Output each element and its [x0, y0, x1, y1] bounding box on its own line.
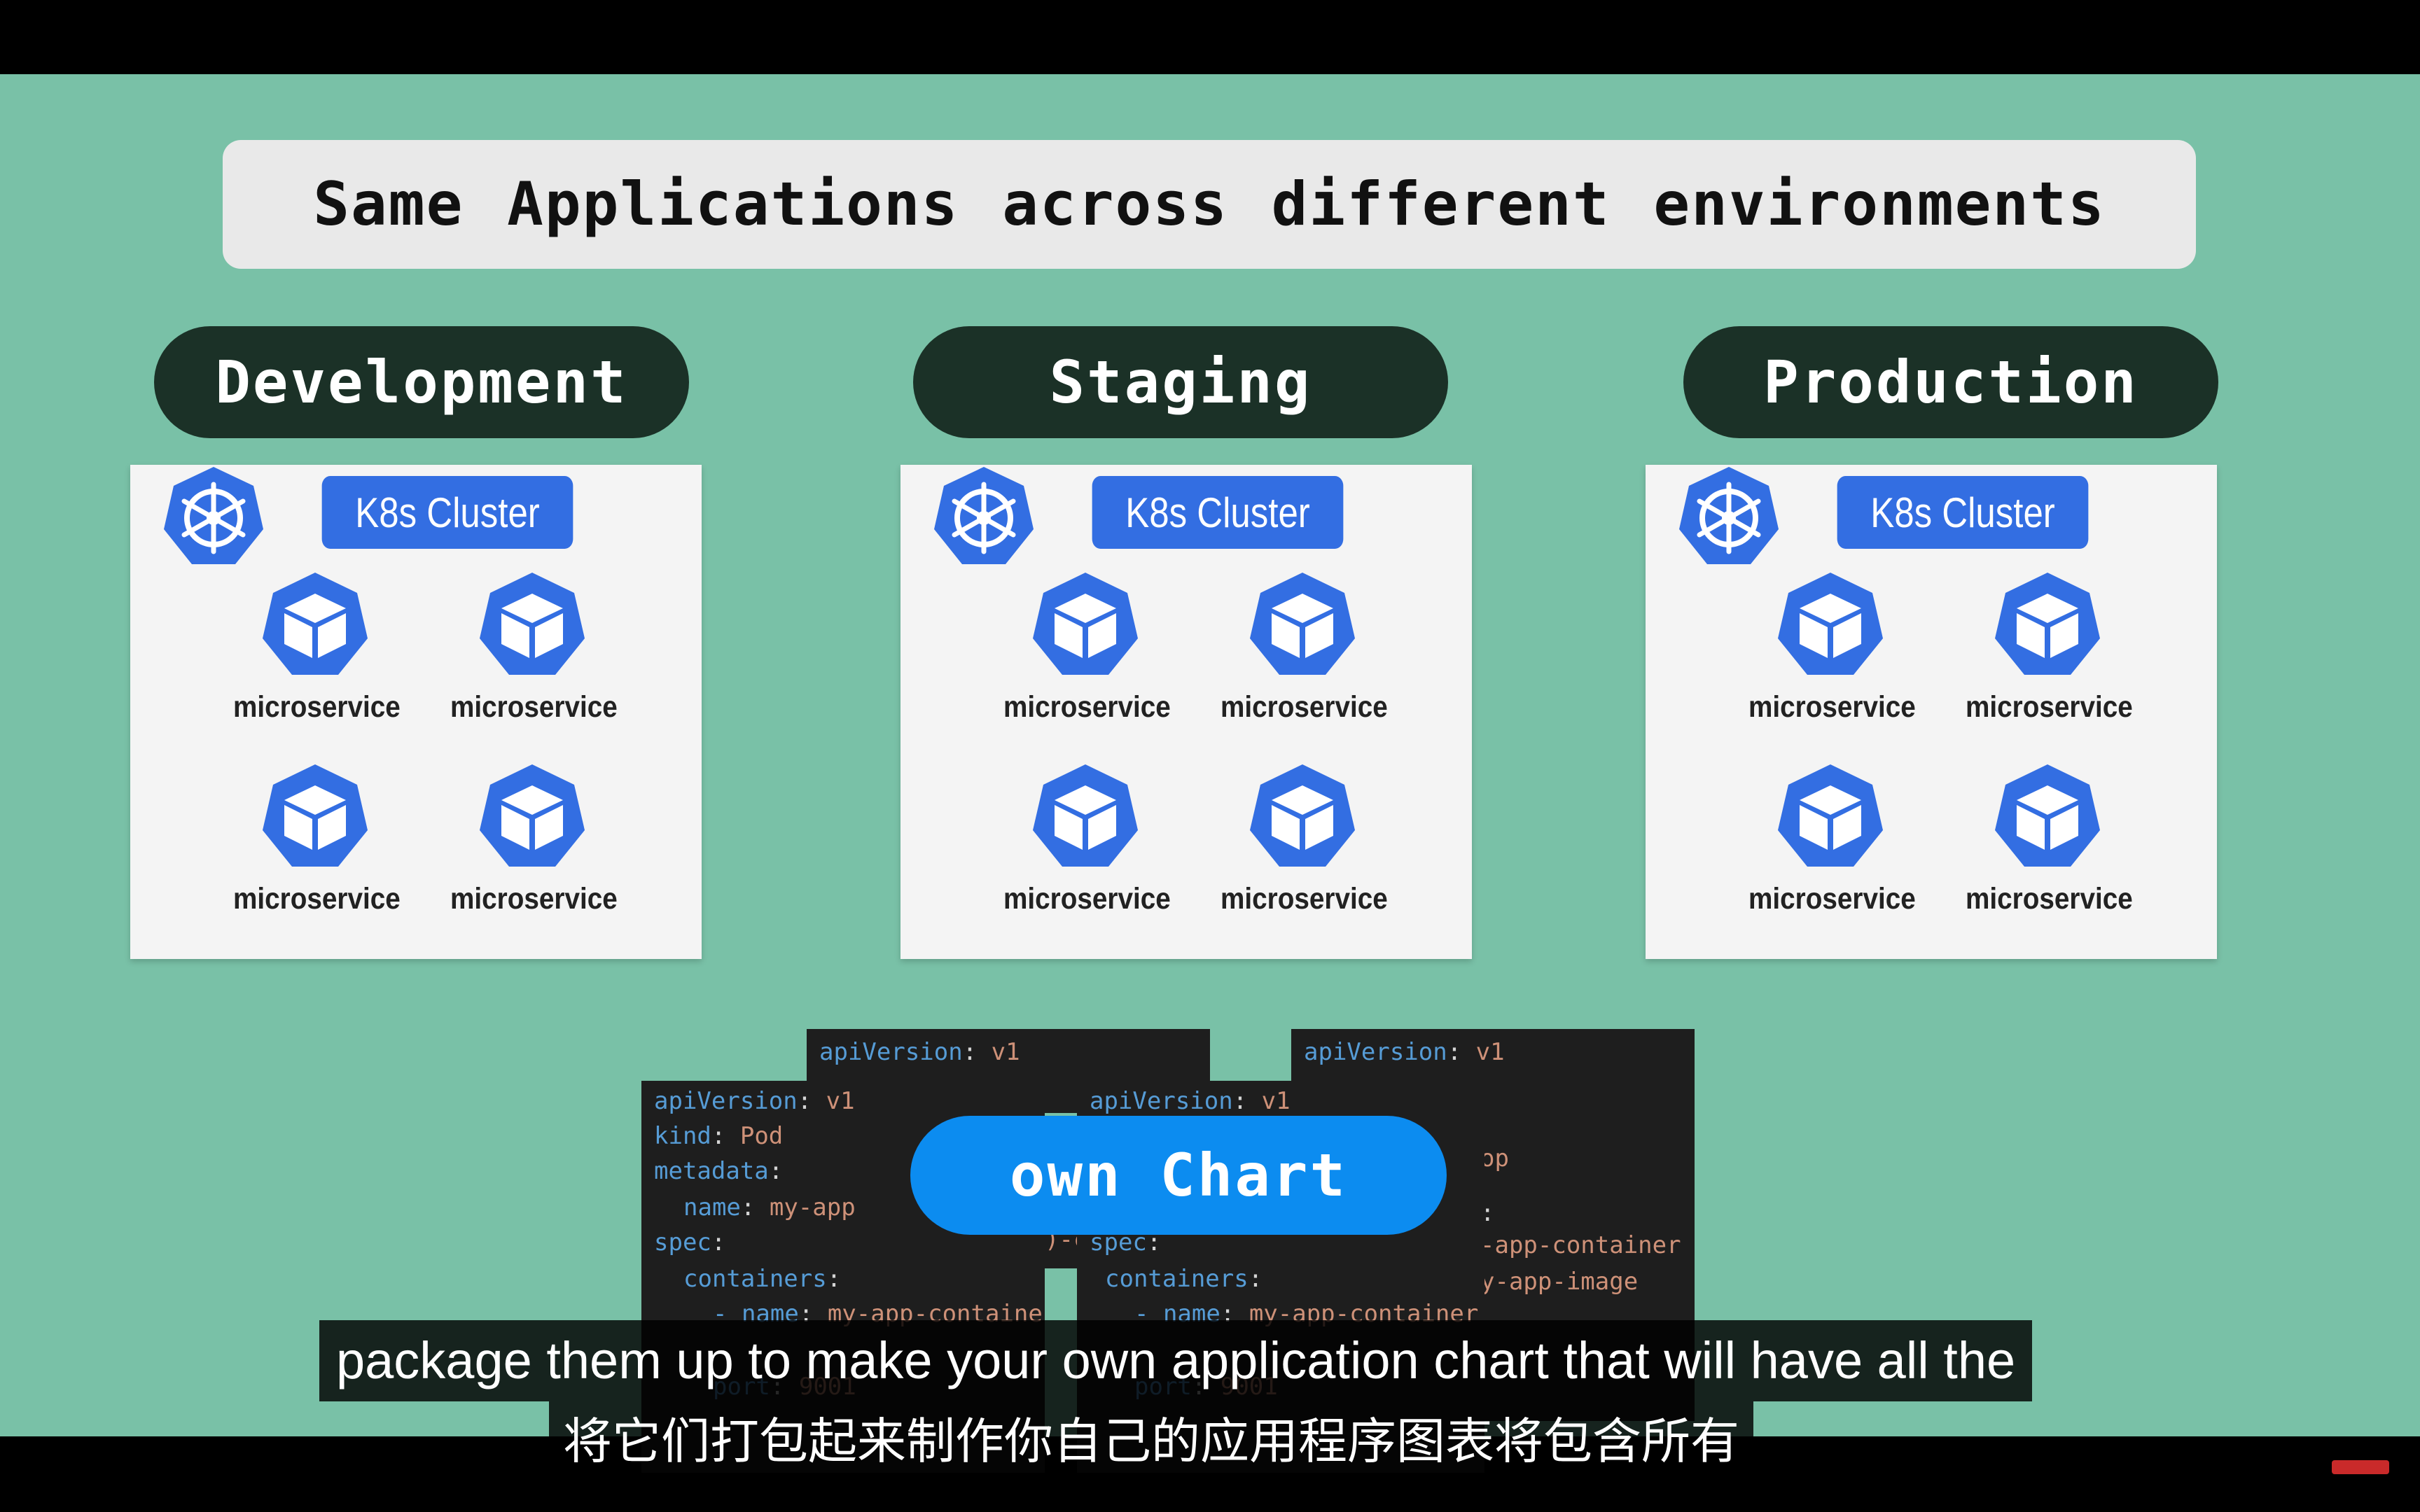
microservice-item: microservice: [1956, 762, 2139, 934]
cube-icon: [1774, 762, 1886, 874]
microservice-item: microservice: [224, 762, 406, 934]
env-label: Staging: [1049, 348, 1312, 416]
microservice-item: microservice: [994, 570, 1176, 742]
cube-icon: [476, 570, 588, 682]
cube-icon: [1246, 762, 1358, 874]
microservice-item: microservice: [1211, 570, 1393, 742]
microservice-label: microservice: [1221, 882, 1388, 916]
microservice-label: microservice: [1003, 882, 1171, 916]
subscribe-badge[interactable]: [2332, 1460, 2389, 1474]
subtitle-english: package them up to make your own applica…: [319, 1320, 2033, 1401]
microservice-item: microservice: [1739, 570, 1921, 742]
microservice-item: microservice: [1739, 762, 1921, 934]
microservice-item: microservice: [1211, 762, 1393, 934]
slide-canvas: Same Applications across different envir…: [0, 74, 2420, 1473]
microservice-label: microservice: [450, 690, 618, 724]
cube-icon: [259, 762, 371, 874]
cube-icon: [1991, 762, 2103, 874]
k8s-cluster-badge: K8s Cluster: [1092, 476, 1344, 549]
own-chart-label: own Chart: [1009, 1141, 1348, 1210]
microservice-label: microservice: [1966, 882, 2133, 916]
cube-icon: [259, 570, 371, 682]
env-pill-development: Development: [154, 326, 689, 438]
cube-icon: [476, 762, 588, 874]
microservice-item: microservice: [224, 570, 406, 742]
microservice-label: microservice: [1748, 690, 1916, 724]
cube-icon: [1991, 570, 2103, 682]
title-banner: Same Applications across different envir…: [223, 140, 2196, 269]
subtitle-chinese: 将它们打包起来制作你自己的应用程序图表将包含所有: [549, 1401, 1753, 1481]
microservice-item: microservice: [1956, 570, 2139, 742]
microservice-item: microservice: [994, 762, 1176, 934]
kubernetes-icon: [161, 465, 266, 570]
cluster-production: K8s Cluster microservice microservice mi…: [1646, 465, 2217, 959]
microservice-label: microservice: [233, 882, 401, 916]
microservice-label: microservice: [1221, 690, 1388, 724]
microservice-item: microservice: [441, 570, 623, 742]
microservice-label: microservice: [1003, 690, 1171, 724]
microservice-label: microservice: [233, 690, 401, 724]
env-label: Development: [215, 348, 628, 416]
cube-icon: [1029, 762, 1141, 874]
cube-icon: [1774, 570, 1886, 682]
cube-icon: [1029, 570, 1141, 682]
cube-icon: [1246, 570, 1358, 682]
microservice-label: microservice: [1748, 882, 1916, 916]
microservice-item: microservice: [441, 762, 623, 934]
env-pill-production: Production: [1683, 326, 2218, 438]
own-chart-pill: own Chart: [910, 1116, 1447, 1235]
k8s-cluster-badge: K8s Cluster: [1837, 476, 2089, 549]
microservice-label: microservice: [1966, 690, 2133, 724]
kubernetes-icon: [1676, 465, 1781, 570]
cluster-staging: K8s Cluster microservice microservice mi…: [900, 465, 1472, 959]
cluster-development: K8s Cluster microservice microservice mi…: [130, 465, 702, 959]
env-pill-staging: Staging: [913, 326, 1448, 438]
env-label: Production: [1763, 348, 2139, 416]
microservice-label: microservice: [450, 882, 618, 916]
slide-title: Same Applications across different envir…: [313, 169, 2106, 239]
kubernetes-icon: [931, 465, 1036, 570]
k8s-cluster-badge: K8s Cluster: [321, 476, 573, 549]
